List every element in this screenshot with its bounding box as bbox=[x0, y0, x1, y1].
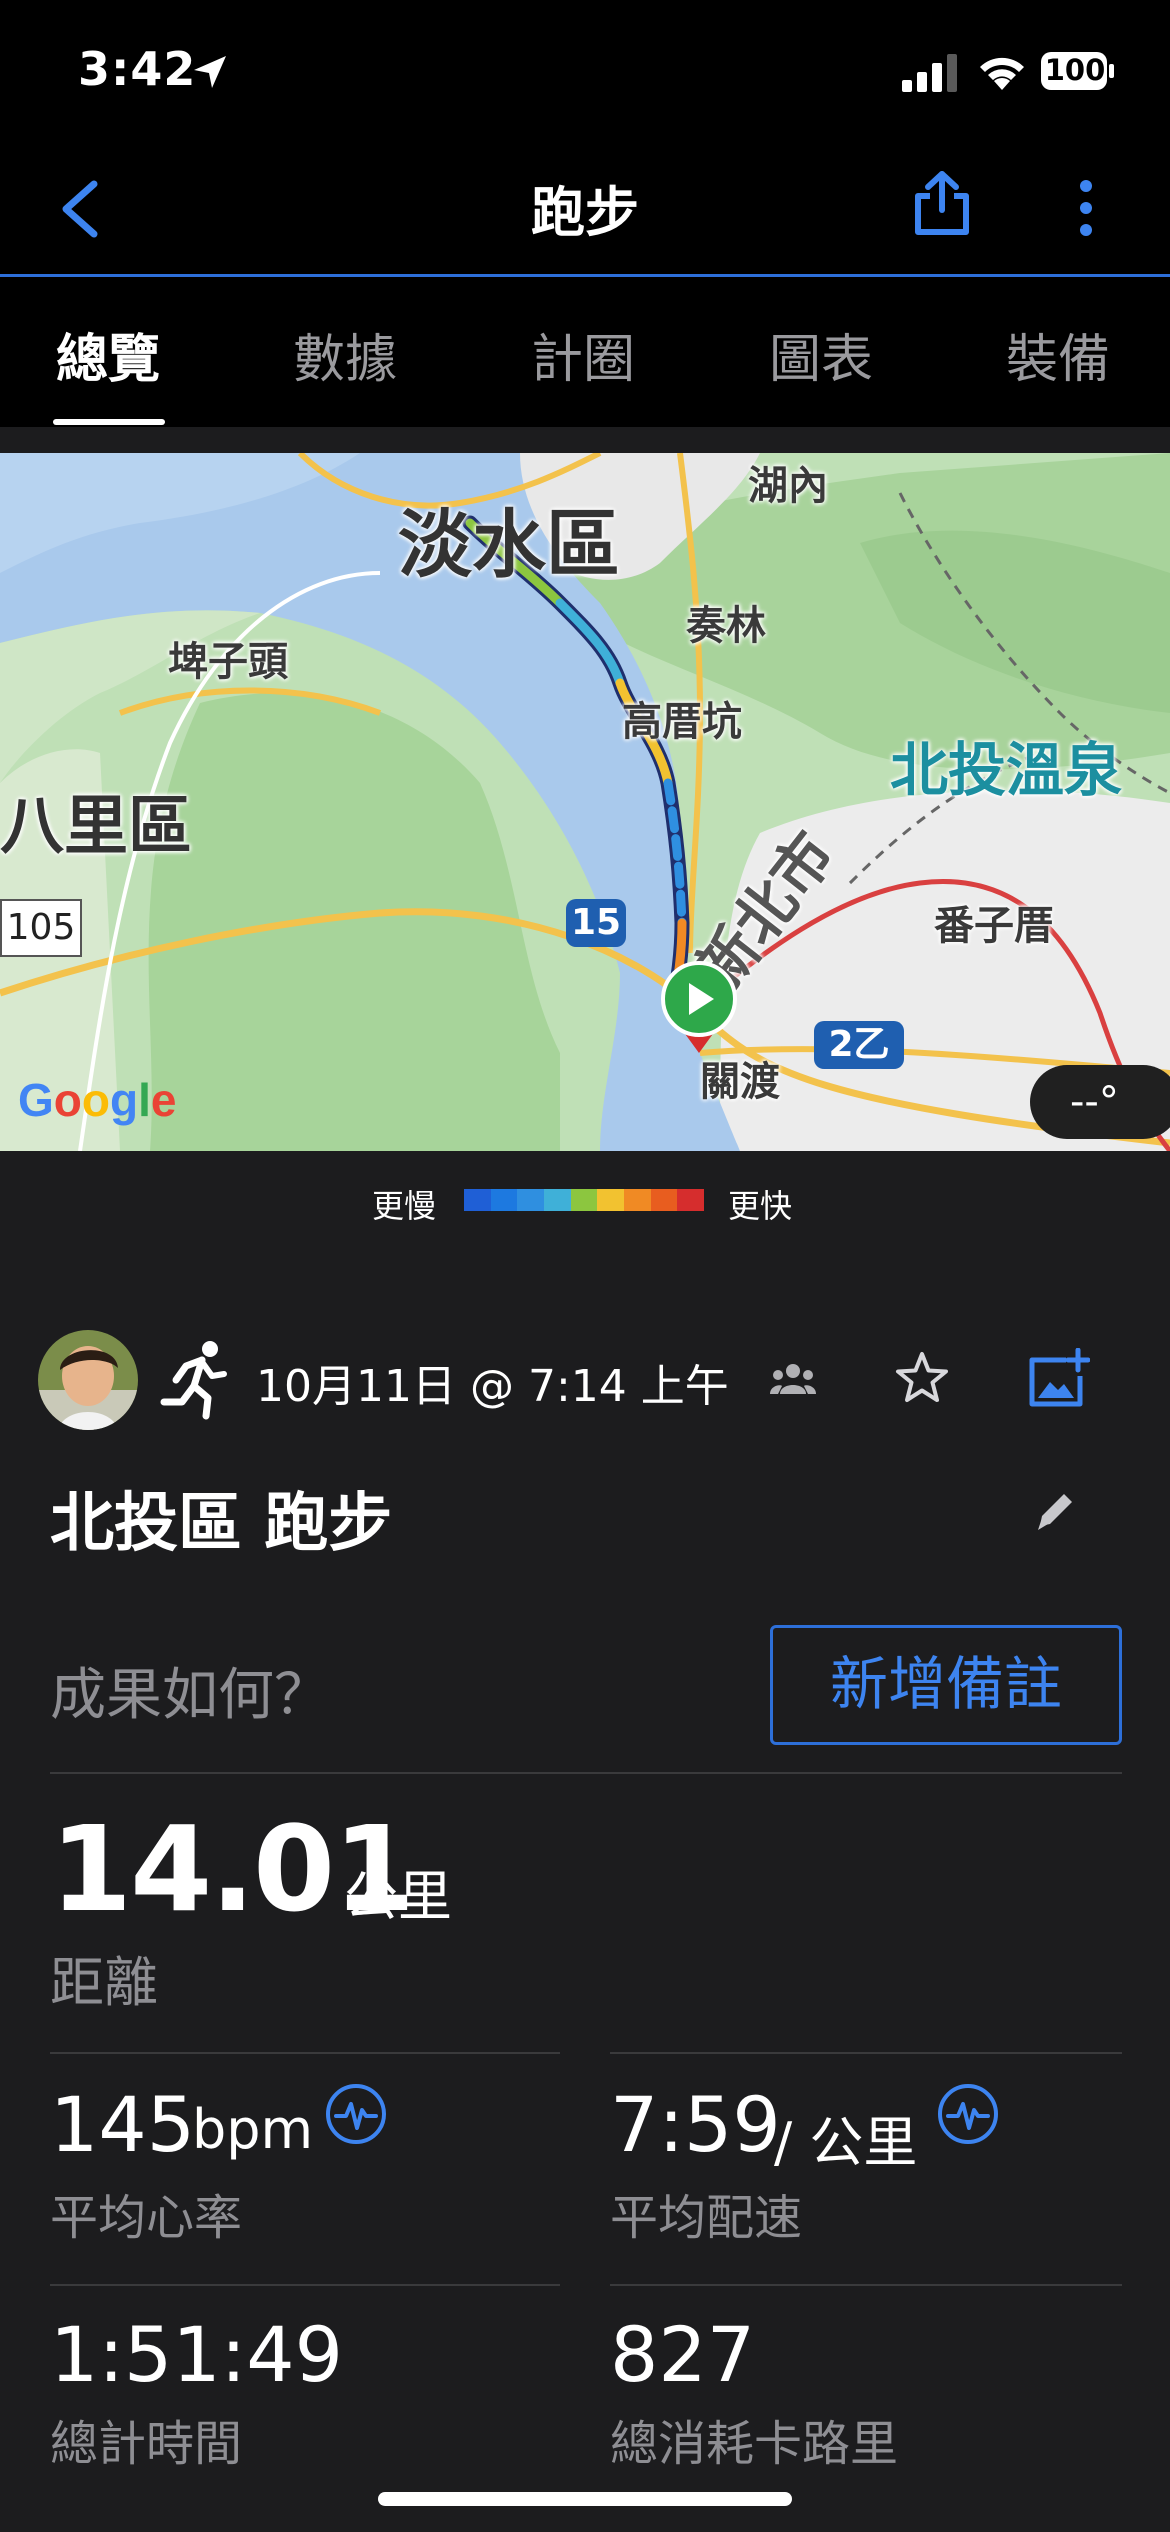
cellular-signal-icon bbox=[902, 54, 957, 92]
pace-chart-icon[interactable] bbox=[936, 2082, 1000, 2146]
google-logo: Google bbox=[18, 1074, 177, 1126]
group-visibility-icon[interactable] bbox=[770, 1362, 816, 1396]
divider bbox=[50, 1772, 1122, 1774]
more-options-icon[interactable] bbox=[1068, 178, 1104, 238]
legend-swatch bbox=[464, 1189, 491, 1211]
legend-swatch bbox=[544, 1189, 571, 1211]
heart-rate-unit: bpm bbox=[192, 2098, 314, 2161]
legend-swatch bbox=[650, 1189, 678, 1211]
calories-value: 827 bbox=[610, 2310, 756, 2399]
pace-legend: 更慢 更快 bbox=[0, 1151, 1170, 1255]
tab-data[interactable]: 數據 bbox=[245, 317, 445, 392]
map-label-beitou-hotspring: 北投溫泉 bbox=[890, 736, 1123, 804]
heart-rate-chart-icon[interactable] bbox=[324, 2082, 388, 2146]
calories-label: 總消耗卡路里 bbox=[610, 2416, 899, 2472]
map-label-gaoshankeng: 高厝坑 bbox=[622, 699, 742, 745]
legend-color-bar bbox=[464, 1189, 705, 1211]
divider bbox=[50, 2284, 560, 2286]
distance-label: 距離 bbox=[50, 1951, 158, 2014]
legend-swatch bbox=[517, 1189, 545, 1211]
weather-badge: --° bbox=[1030, 1065, 1170, 1139]
start-flag-icon bbox=[661, 961, 737, 1053]
map-label-tamsui: 淡水區 bbox=[398, 502, 620, 588]
divider bbox=[50, 2052, 560, 2054]
legend-swatch bbox=[677, 1189, 705, 1211]
tab-overview[interactable]: 總覽 bbox=[8, 317, 208, 392]
heart-rate-value: 145 bbox=[50, 2080, 196, 2169]
tab-gear[interactable]: 裝備 bbox=[958, 317, 1158, 392]
legend-swatch bbox=[597, 1189, 625, 1211]
activity-title: 北投區 跑步 bbox=[50, 1487, 393, 1561]
route-map[interactable]: 淡水區 湖內 奏林 埤子頭 高厝坑 北投溫泉 八里區 新北市 番子厝 關渡 10… bbox=[0, 453, 1170, 1151]
wifi-icon bbox=[980, 57, 1024, 90]
activity-date: 10月11日 @ 7:14 上午 bbox=[256, 1361, 729, 1412]
share-icon[interactable] bbox=[912, 170, 972, 236]
tab-laps[interactable]: 計圈 bbox=[483, 317, 683, 392]
legend-swatch bbox=[624, 1189, 651, 1211]
nav-bar: 跑步 bbox=[0, 140, 1170, 277]
heart-rate-label: 平均心率 bbox=[50, 2190, 243, 2246]
map-label-bali: 八里區 bbox=[0, 790, 192, 864]
add-photo-icon[interactable] bbox=[1026, 1348, 1090, 1408]
status-time: 3:42 bbox=[78, 42, 197, 96]
active-tab-indicator bbox=[53, 419, 165, 425]
location-arrow-icon bbox=[194, 56, 226, 88]
divider bbox=[610, 2052, 1122, 2054]
distance-unit: 公里 bbox=[344, 1865, 452, 1928]
map-label-pizitou: 埤子頭 bbox=[168, 639, 288, 685]
legend-swatch bbox=[490, 1189, 518, 1211]
map-label-fanzicuo: 番子厝 bbox=[934, 903, 1054, 949]
pace-label: 平均配速 bbox=[610, 2190, 803, 2246]
avatar[interactable] bbox=[38, 1330, 138, 1430]
running-activity-icon bbox=[160, 1341, 227, 1420]
road-badge-2b: 2乙 bbox=[814, 1021, 904, 1069]
pace-unit: / 公里 bbox=[774, 2111, 918, 2174]
tab-charts[interactable]: 圖表 bbox=[721, 317, 921, 392]
legend-slower-label: 更慢 bbox=[372, 1187, 437, 1225]
feeling-prompt: 成果如何？ bbox=[50, 1663, 330, 1728]
page-title: 跑步 bbox=[531, 181, 639, 244]
battery-level: 100 bbox=[1044, 53, 1106, 87]
total-time-label: 總計時間 bbox=[50, 2416, 243, 2472]
favorite-star-icon[interactable] bbox=[894, 1350, 950, 1406]
home-indicator bbox=[378, 2492, 792, 2506]
map-label-hunei: 湖內 bbox=[748, 463, 828, 509]
legend-swatch bbox=[570, 1189, 598, 1211]
add-note-button[interactable]: 新增備註 bbox=[770, 1625, 1122, 1745]
road-badge-105: 105 bbox=[0, 899, 82, 957]
map-label-zoulin: 奏林 bbox=[686, 603, 766, 649]
total-time-value: 1:51:49 bbox=[50, 2310, 343, 2399]
edit-pencil-icon[interactable] bbox=[1034, 1488, 1078, 1532]
tab-bar: 總覽 數據 計圈 圖表 裝備 bbox=[0, 277, 1170, 427]
status-bar: 3:42 100 bbox=[0, 0, 1170, 140]
section-gap bbox=[0, 427, 1170, 453]
road-badge-15: 15 bbox=[566, 899, 626, 947]
divider bbox=[610, 2284, 1122, 2286]
pace-value: 7:59 bbox=[610, 2080, 781, 2169]
legend-faster-label: 更快 bbox=[728, 1187, 793, 1225]
